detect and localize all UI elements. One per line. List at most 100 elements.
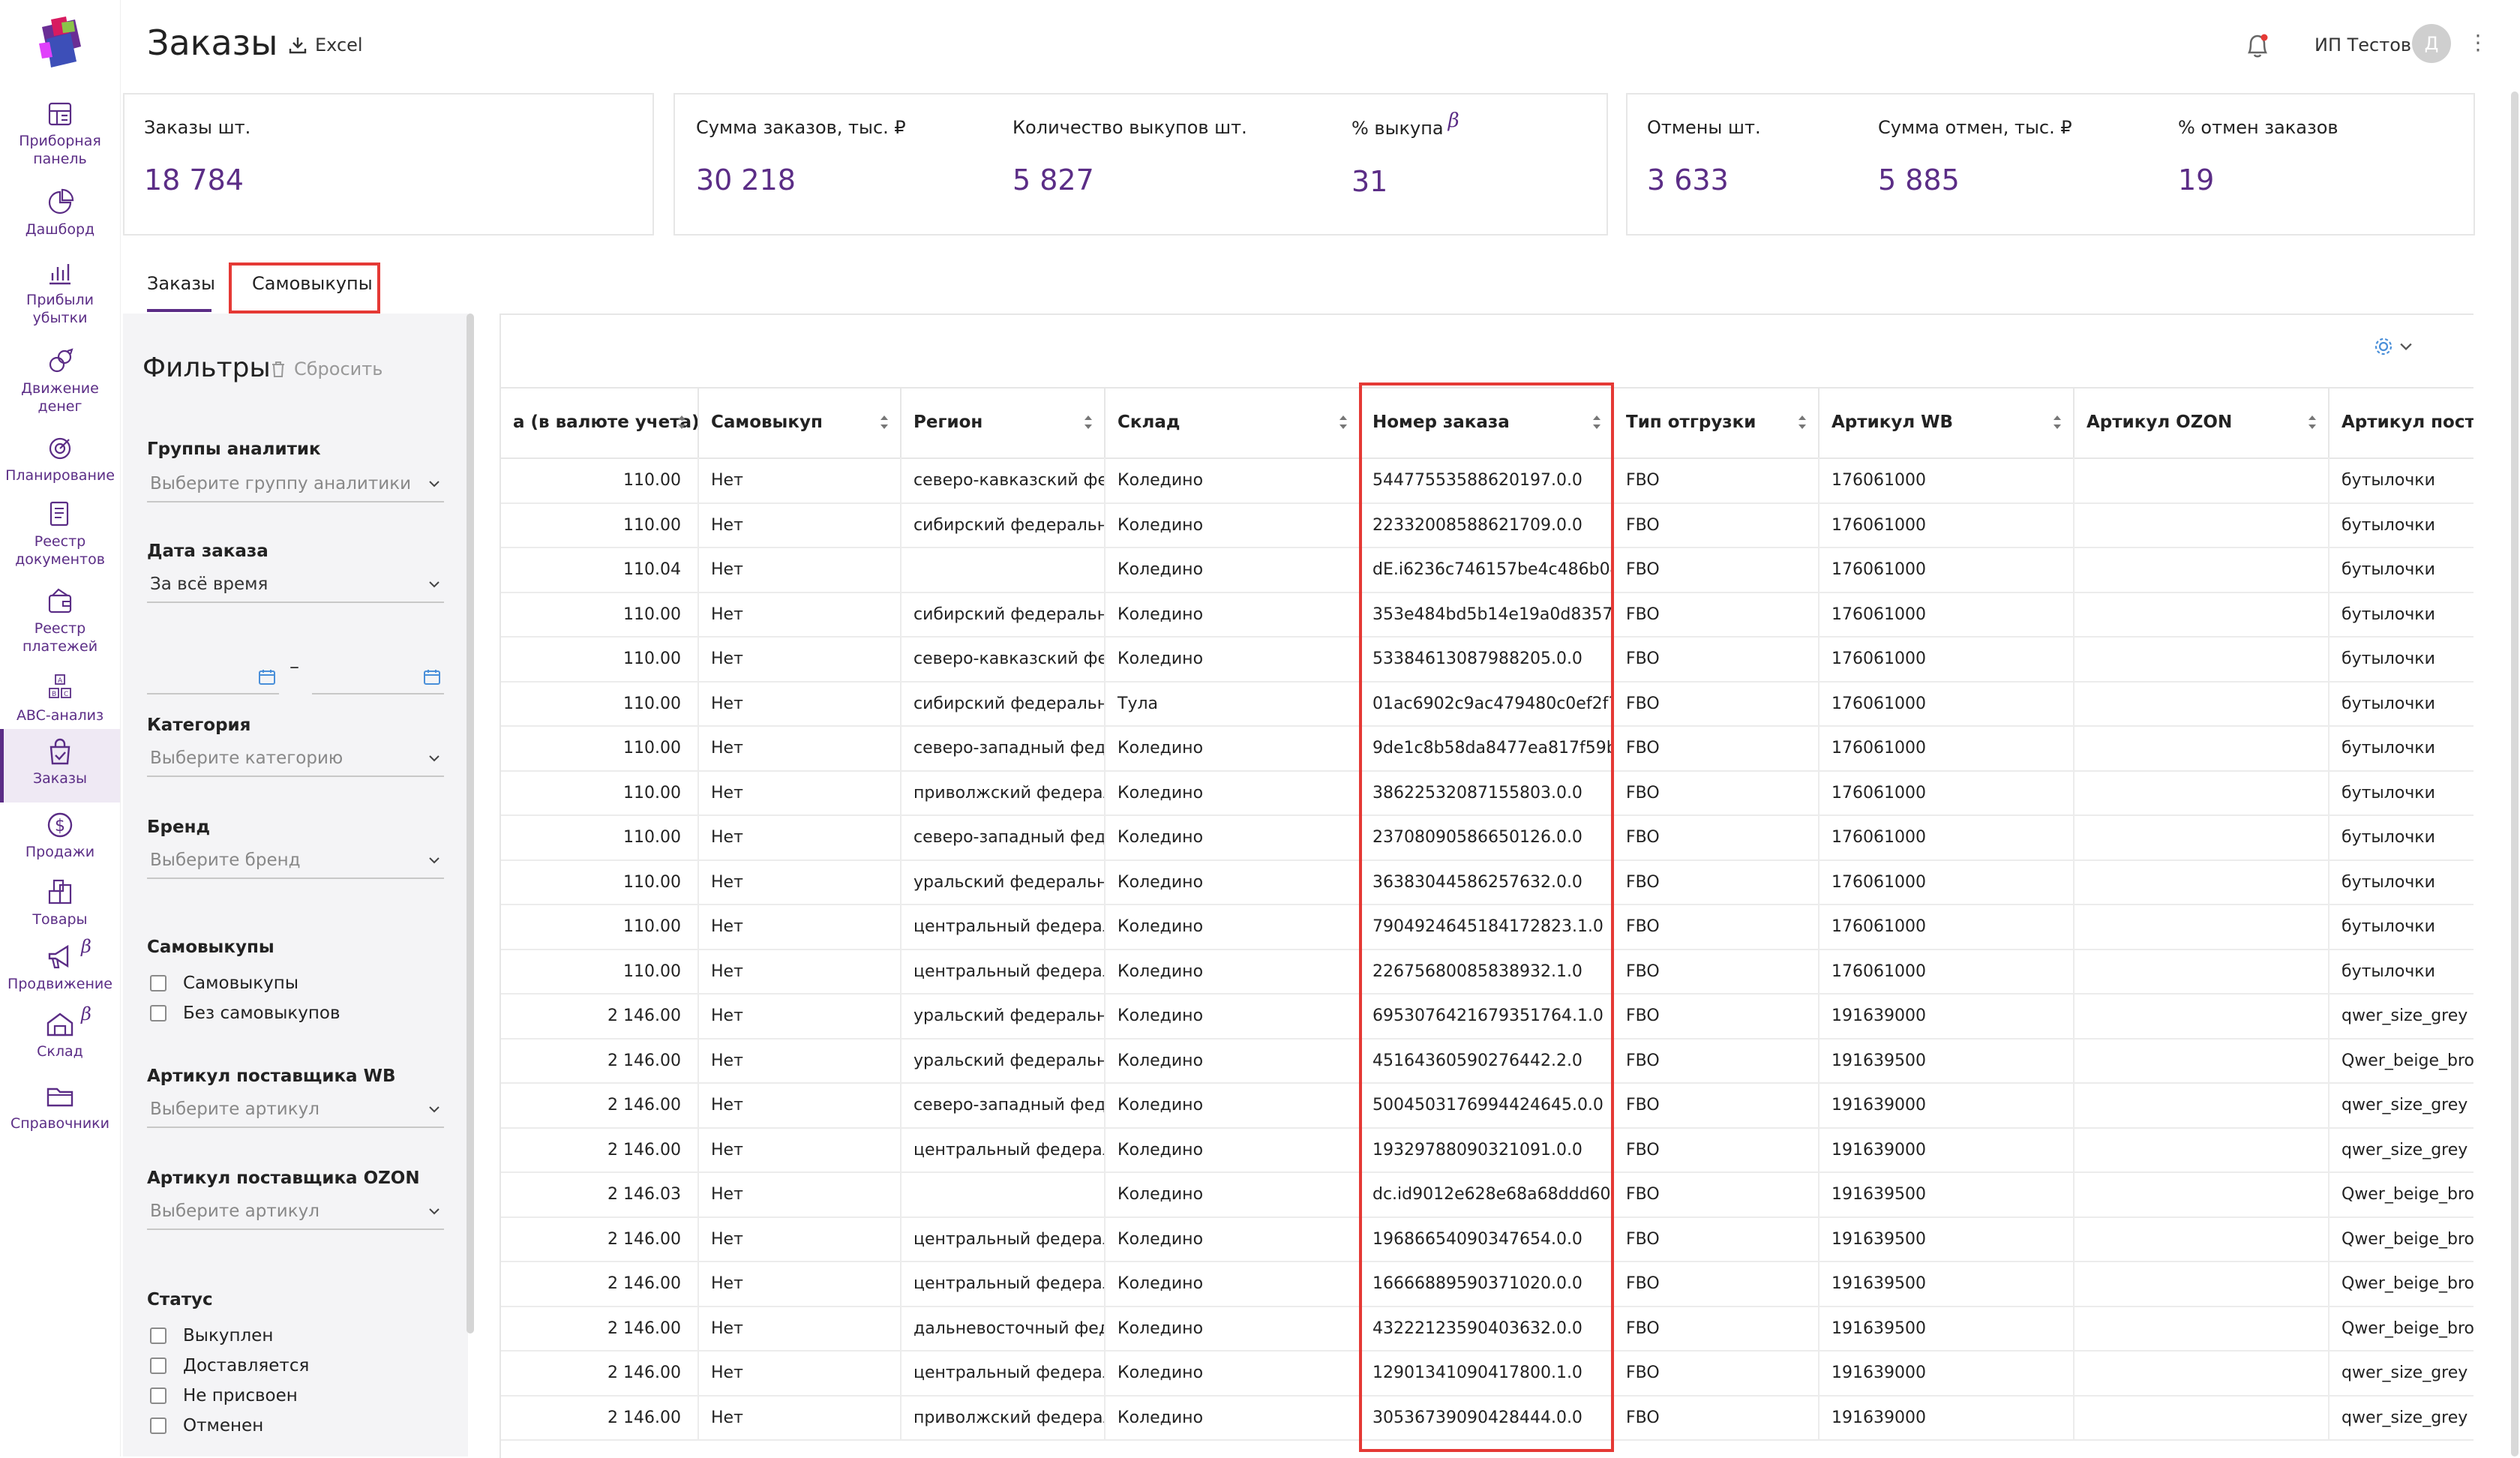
sort-icon[interactable] <box>879 411 890 434</box>
ozon-article-select[interactable]: Выберите артикул <box>147 1196 444 1230</box>
sort-icon[interactable] <box>1083 411 1094 434</box>
nav-warehouse[interactable]: Склад β <box>0 1004 120 1060</box>
filters-scrollbar[interactable] <box>466 314 474 1334</box>
table-row[interactable]: 110.00 Нет северо-кавказский фе Коледино 544… <box>501 458 2474 504</box>
excel-export-button[interactable]: Excel <box>288 34 363 56</box>
user-name[interactable]: ИП Тестов <box>2314 34 2411 56</box>
table-row[interactable]: 110.00 Нет центральный федерал Коледино 7904… <box>501 904 2474 950</box>
date-from-input[interactable] <box>147 663 279 694</box>
col-article-ozon-header[interactable]: Артикул OZON <box>2074 388 2330 458</box>
table-row[interactable]: 110.00 Нет сибирский федеральны Коледино 353… <box>501 591 2474 638</box>
nav-dashboard-panel[interactable]: Приборная панель <box>0 99 120 168</box>
date-to-input[interactable] <box>312 663 444 694</box>
page-scrollbar[interactable] <box>2511 92 2518 1456</box>
app-logo-icon[interactable] <box>36 16 86 70</box>
wb-article-label: Артикул поставщика WB <box>147 1066 396 1086</box>
nav-references[interactable]: Справочники <box>0 1082 120 1132</box>
col-article-supplier-header[interactable]: Артикул постав <box>2330 388 2474 458</box>
warehouse-icon <box>46 1012 74 1036</box>
nav-label: Прибыли убытки <box>26 292 94 326</box>
table-row[interactable]: 110.00 Нет уральский федеральнь Коледино 363… <box>501 859 2474 905</box>
col-region-cell: уральский федеральнь <box>902 993 1106 1038</box>
nav-orders[interactable]: Заказы <box>0 729 120 802</box>
groups-select[interactable]: Выберите группу аналитики <box>147 468 444 502</box>
nav-payments[interactable]: Реестр платежей <box>0 586 120 656</box>
table-row[interactable]: 2 146.00 Нет северо-западный феде Коледино 5… <box>501 1082 2474 1129</box>
nav-goods[interactable]: Товары <box>0 878 120 928</box>
sort-icon[interactable] <box>676 411 687 434</box>
wb-article-select[interactable]: Выберите артикул <box>147 1094 444 1128</box>
nav-profit-loss[interactable]: Прибыли убытки <box>0 258 120 327</box>
table-row[interactable]: 2 146.00 Нет центральный федерал Коледино 19… <box>501 1126 2474 1173</box>
kpi-cancel-sum: Сумма отмен, тыс. ₽ 5 885 <box>1878 117 2072 196</box>
table-row[interactable]: 2 146.00 Нет дальневосточный феде Коледино 4… <box>501 1305 2474 1352</box>
col-article-wb-cell: 176061000 <box>1820 814 2074 860</box>
table-row[interactable]: 110.00 Нет северо-кавказский фе Коледино 533… <box>501 636 2474 682</box>
nav-planning[interactable]: Планирование <box>0 434 120 484</box>
checkbox-self-buyouts[interactable]: Самовыкупы <box>150 974 298 993</box>
checkbox-status-cancelled[interactable]: Отменен <box>150 1416 263 1436</box>
col-article-ozon-cell <box>2074 1305 2330 1350</box>
table-row[interactable]: 110.00 Нет северо-западный феде Коледино 237… <box>501 814 2474 861</box>
column-header-label: а (в валюте учета) <box>513 412 699 432</box>
brand-select[interactable]: Выберите бренд <box>147 844 444 879</box>
col-article-supplier-cell: qwer_size_grey <box>2330 993 2474 1038</box>
table-row[interactable]: 2 146.00 Нет уральский федеральнь Коледино 4… <box>501 1037 2474 1084</box>
table-row-partial[interactable] <box>501 1439 2474 1458</box>
sort-icon[interactable] <box>1797 411 1808 434</box>
category-select[interactable]: Выберите категорию <box>147 742 444 777</box>
col-article-ozon-cell <box>2074 1037 2330 1082</box>
chevron-down-icon <box>429 755 440 762</box>
sort-icon[interactable] <box>1592 411 1602 434</box>
table-row[interactable]: 110.04 Нет Коледино dE.i6236c746157be4c486b… <box>501 547 2474 593</box>
checkbox-status-bought[interactable]: Выкуплен <box>150 1326 273 1346</box>
table-row[interactable]: 110.00 Нет сибирский федеральны Коледино 223… <box>501 502 2474 548</box>
col-self-buyout-header[interactable]: Самовыкуп <box>699 388 902 458</box>
col-warehouse-header[interactable]: Склад <box>1106 388 1360 458</box>
nav-dashboard[interactable]: Дашборд <box>0 188 120 238</box>
col-article-supplier-cell: qwer_size_grey <box>2330 1350 2474 1395</box>
nav-documents[interactable]: Реестр документов <box>0 500 120 568</box>
avatar[interactable]: Д <box>2412 24 2451 63</box>
nav-sales[interactable]: $ Продажи <box>0 810 120 861</box>
col-warehouse-cell: Коледино <box>1106 1261 1360 1306</box>
sort-icon[interactable] <box>2052 411 2062 434</box>
checkbox-no-self-buyouts[interactable]: Без самовыкупов <box>150 1004 340 1023</box>
table-row[interactable]: 2 146.00 Нет уральский федеральнь Коледино 6… <box>501 993 2474 1040</box>
col-order-number-header[interactable]: Номер заказа <box>1360 388 1614 458</box>
column-header-label: Артикул постав <box>2342 412 2474 432</box>
col-article-wb-header[interactable]: Артикул WB <box>1820 388 2074 458</box>
date-range-select[interactable]: За всё время <box>147 568 444 603</box>
nav-promotion[interactable]: Продвижение β <box>0 936 120 993</box>
nav-label: Дашборд <box>25 221 95 238</box>
sort-icon[interactable] <box>2307 411 2318 434</box>
chevron-down-icon <box>429 581 440 588</box>
col-shipment-type-header[interactable]: Тип отгрузки <box>1614 388 1820 458</box>
tab-orders[interactable]: Заказы <box>147 273 215 294</box>
table-row[interactable]: 2 146.00 Нет центральный федерал Коледино 16… <box>501 1261 2474 1307</box>
reset-filters-button[interactable]: Сбросить <box>270 358 382 380</box>
nav-abc-analysis[interactable]: A B C ABC-анализ <box>0 674 120 724</box>
col-article-supplier-cell: Qwer_beige_brow <box>2330 1216 2474 1262</box>
table-row[interactable]: 2 146.00 Нет приволжский федерал Коледино 30… <box>501 1394 2474 1441</box>
table-row[interactable]: 110.00 Нет центральный федерал Коледино 2267… <box>501 948 2474 994</box>
checkbox-status-delivering[interactable]: Доставляется <box>150 1356 309 1376</box>
notification-bell-icon[interactable] <box>2241 30 2274 63</box>
table-row[interactable]: 2 146.00 Нет центральный федерал Коледино 12… <box>501 1350 2474 1396</box>
col-article-wb-cell: 191639500 <box>1820 1172 2074 1216</box>
col-amount-header[interactable]: а (в валюте учета) <box>501 388 699 458</box>
table-row[interactable]: 110.00 Нет приволжский федерал Коледино 3862… <box>501 770 2474 816</box>
table-row[interactable]: 110.00 Нет сибирский федеральны Тула 01ac690… <box>501 680 2474 727</box>
table-row[interactable]: 2 146.03 Нет Коледино dc.id9012e628e68a68dd… <box>501 1172 2474 1218</box>
col-region-header[interactable]: Регион <box>902 388 1106 458</box>
sort-icon[interactable] <box>1338 411 1348 434</box>
col-self-buyout-cell: Нет <box>699 1172 902 1216</box>
table-settings-button[interactable] <box>2373 336 2412 357</box>
nav-money-flow[interactable]: Движение денег <box>0 346 120 416</box>
table-row[interactable]: 2 146.00 Нет центральный федерал Коледино 19… <box>501 1216 2474 1262</box>
col-article-wb-cell: 176061000 <box>1820 948 2074 993</box>
checkbox-status-unassigned[interactable]: Не присвоен <box>150 1386 298 1406</box>
table-row[interactable]: 110.00 Нет северо-западный феде Коледино 9de… <box>501 725 2474 772</box>
col-shipment-type-cell: FBO <box>1614 591 1820 636</box>
more-menu-icon[interactable]: ⋮ <box>2468 30 2488 55</box>
